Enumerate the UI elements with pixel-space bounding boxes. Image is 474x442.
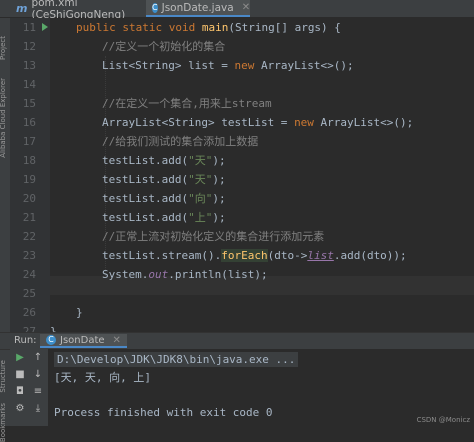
line-number: 23 xyxy=(22,249,36,262)
pin-icon[interactable]: ⤓ xyxy=(32,403,44,415)
tab-pom-xml[interactable]: m pom.xml (CeShiGongNeng) xyxy=(10,0,144,21)
scroll-up-icon[interactable]: ↑ xyxy=(32,352,44,364)
scroll-down-icon[interactable]: ↓ xyxy=(32,369,44,381)
line-number: 19 xyxy=(22,173,36,186)
watermark: CSDN @Monicz xyxy=(416,416,470,424)
editor-tab-bar: m pom.xml (CeShiGongNeng) C JsonDate.jav… xyxy=(0,0,474,21)
line-number: 14 xyxy=(22,78,36,91)
run-main-icon[interactable] xyxy=(42,23,48,31)
code-editor[interactable]: public static void main(String[] args) {… xyxy=(50,18,474,338)
stop-icon[interactable]: ■ xyxy=(14,369,26,381)
line-number: 16 xyxy=(22,116,36,129)
line-number: 26 xyxy=(22,306,36,319)
wrap-icon[interactable]: ≡ xyxy=(32,386,44,398)
code-line-19: testList.add("天"); xyxy=(102,173,226,186)
settings-icon[interactable]: ⚙ xyxy=(14,403,26,415)
code-line-17: //给我们测试的集合添加上数据 xyxy=(102,135,259,148)
code-line-26: } xyxy=(76,306,83,319)
java-class-icon: C xyxy=(46,335,56,345)
maven-icon: m xyxy=(16,2,28,15)
code-line-23: testList.stream().forEach(dto->list.add(… xyxy=(102,249,407,262)
line-number: 25 xyxy=(22,287,36,300)
camera-icon[interactable]: ◘ xyxy=(14,386,26,398)
line-number: 15 xyxy=(22,97,36,110)
left-tool-strip: Project Alibaba Cloud Explorer Structure… xyxy=(0,18,10,442)
code-line-13: List<String> list = new ArrayList<>(); xyxy=(102,59,354,72)
code-line-22: //正常上流对初始化定义的集合进行添加元素 xyxy=(102,230,325,243)
line-number: 22 xyxy=(22,230,36,243)
code-line-20: testList.add("向"); xyxy=(102,192,226,205)
close-icon[interactable]: ✕ xyxy=(113,335,121,346)
code-line-24: System.out.println(list); xyxy=(102,268,268,281)
code-line-15: //在定义一个集合,用来上stream xyxy=(102,97,272,110)
code-line-11: public static void main(String[] args) { xyxy=(76,21,341,34)
code-line-21: testList.add("上"); xyxy=(102,211,226,224)
console-output-line: [天, 天, 向, 上] xyxy=(54,371,151,384)
code-line-18: testList.add("天"); xyxy=(102,154,226,167)
line-number: 11 xyxy=(22,21,36,34)
line-number: 24 xyxy=(22,268,36,281)
line-number: 21 xyxy=(22,211,36,224)
run-tab-jsondate[interactable]: C JsonDate ✕ xyxy=(40,334,127,348)
java-class-icon: C xyxy=(152,2,158,13)
line-number: 17 xyxy=(22,135,36,148)
rerun-icon[interactable]: ▶ xyxy=(14,352,26,364)
line-number: 18 xyxy=(22,154,36,167)
code-line-12: //定义一个初始化的集合 xyxy=(102,40,226,53)
run-toolbar: ▶ ■ ◘ ⚙ ↑ ↓ ≡ ⤓ xyxy=(10,349,48,426)
run-tool-bar: Run: C JsonDate ✕ xyxy=(0,332,474,350)
run-tab-label: JsonDate xyxy=(60,334,105,346)
line-number: 13 xyxy=(22,59,36,72)
tab-label: JsonDate.java xyxy=(161,1,234,14)
run-console[interactable]: D:\Develop\JDK\JDK8\bin\java.exe ... [天,… xyxy=(48,349,474,426)
code-line-16: ArrayList<String> testList = new ArrayLi… xyxy=(102,116,414,129)
line-number: 12 xyxy=(22,40,36,53)
line-number-gutter: 11 12 13 14 15 16 17 18 19 20 21 22 23 2… xyxy=(10,18,59,338)
run-label: Run: xyxy=(14,335,37,346)
console-command-line: D:\Develop\JDK\JDK8\bin\java.exe ... xyxy=(54,352,299,367)
tab-jsondate-java[interactable]: C JsonDate.java ✕ xyxy=(146,0,250,17)
line-number: 20 xyxy=(22,192,36,205)
console-exit-line: Process finished with exit code 0 xyxy=(54,406,273,419)
close-icon[interactable]: ✕ xyxy=(242,2,250,13)
